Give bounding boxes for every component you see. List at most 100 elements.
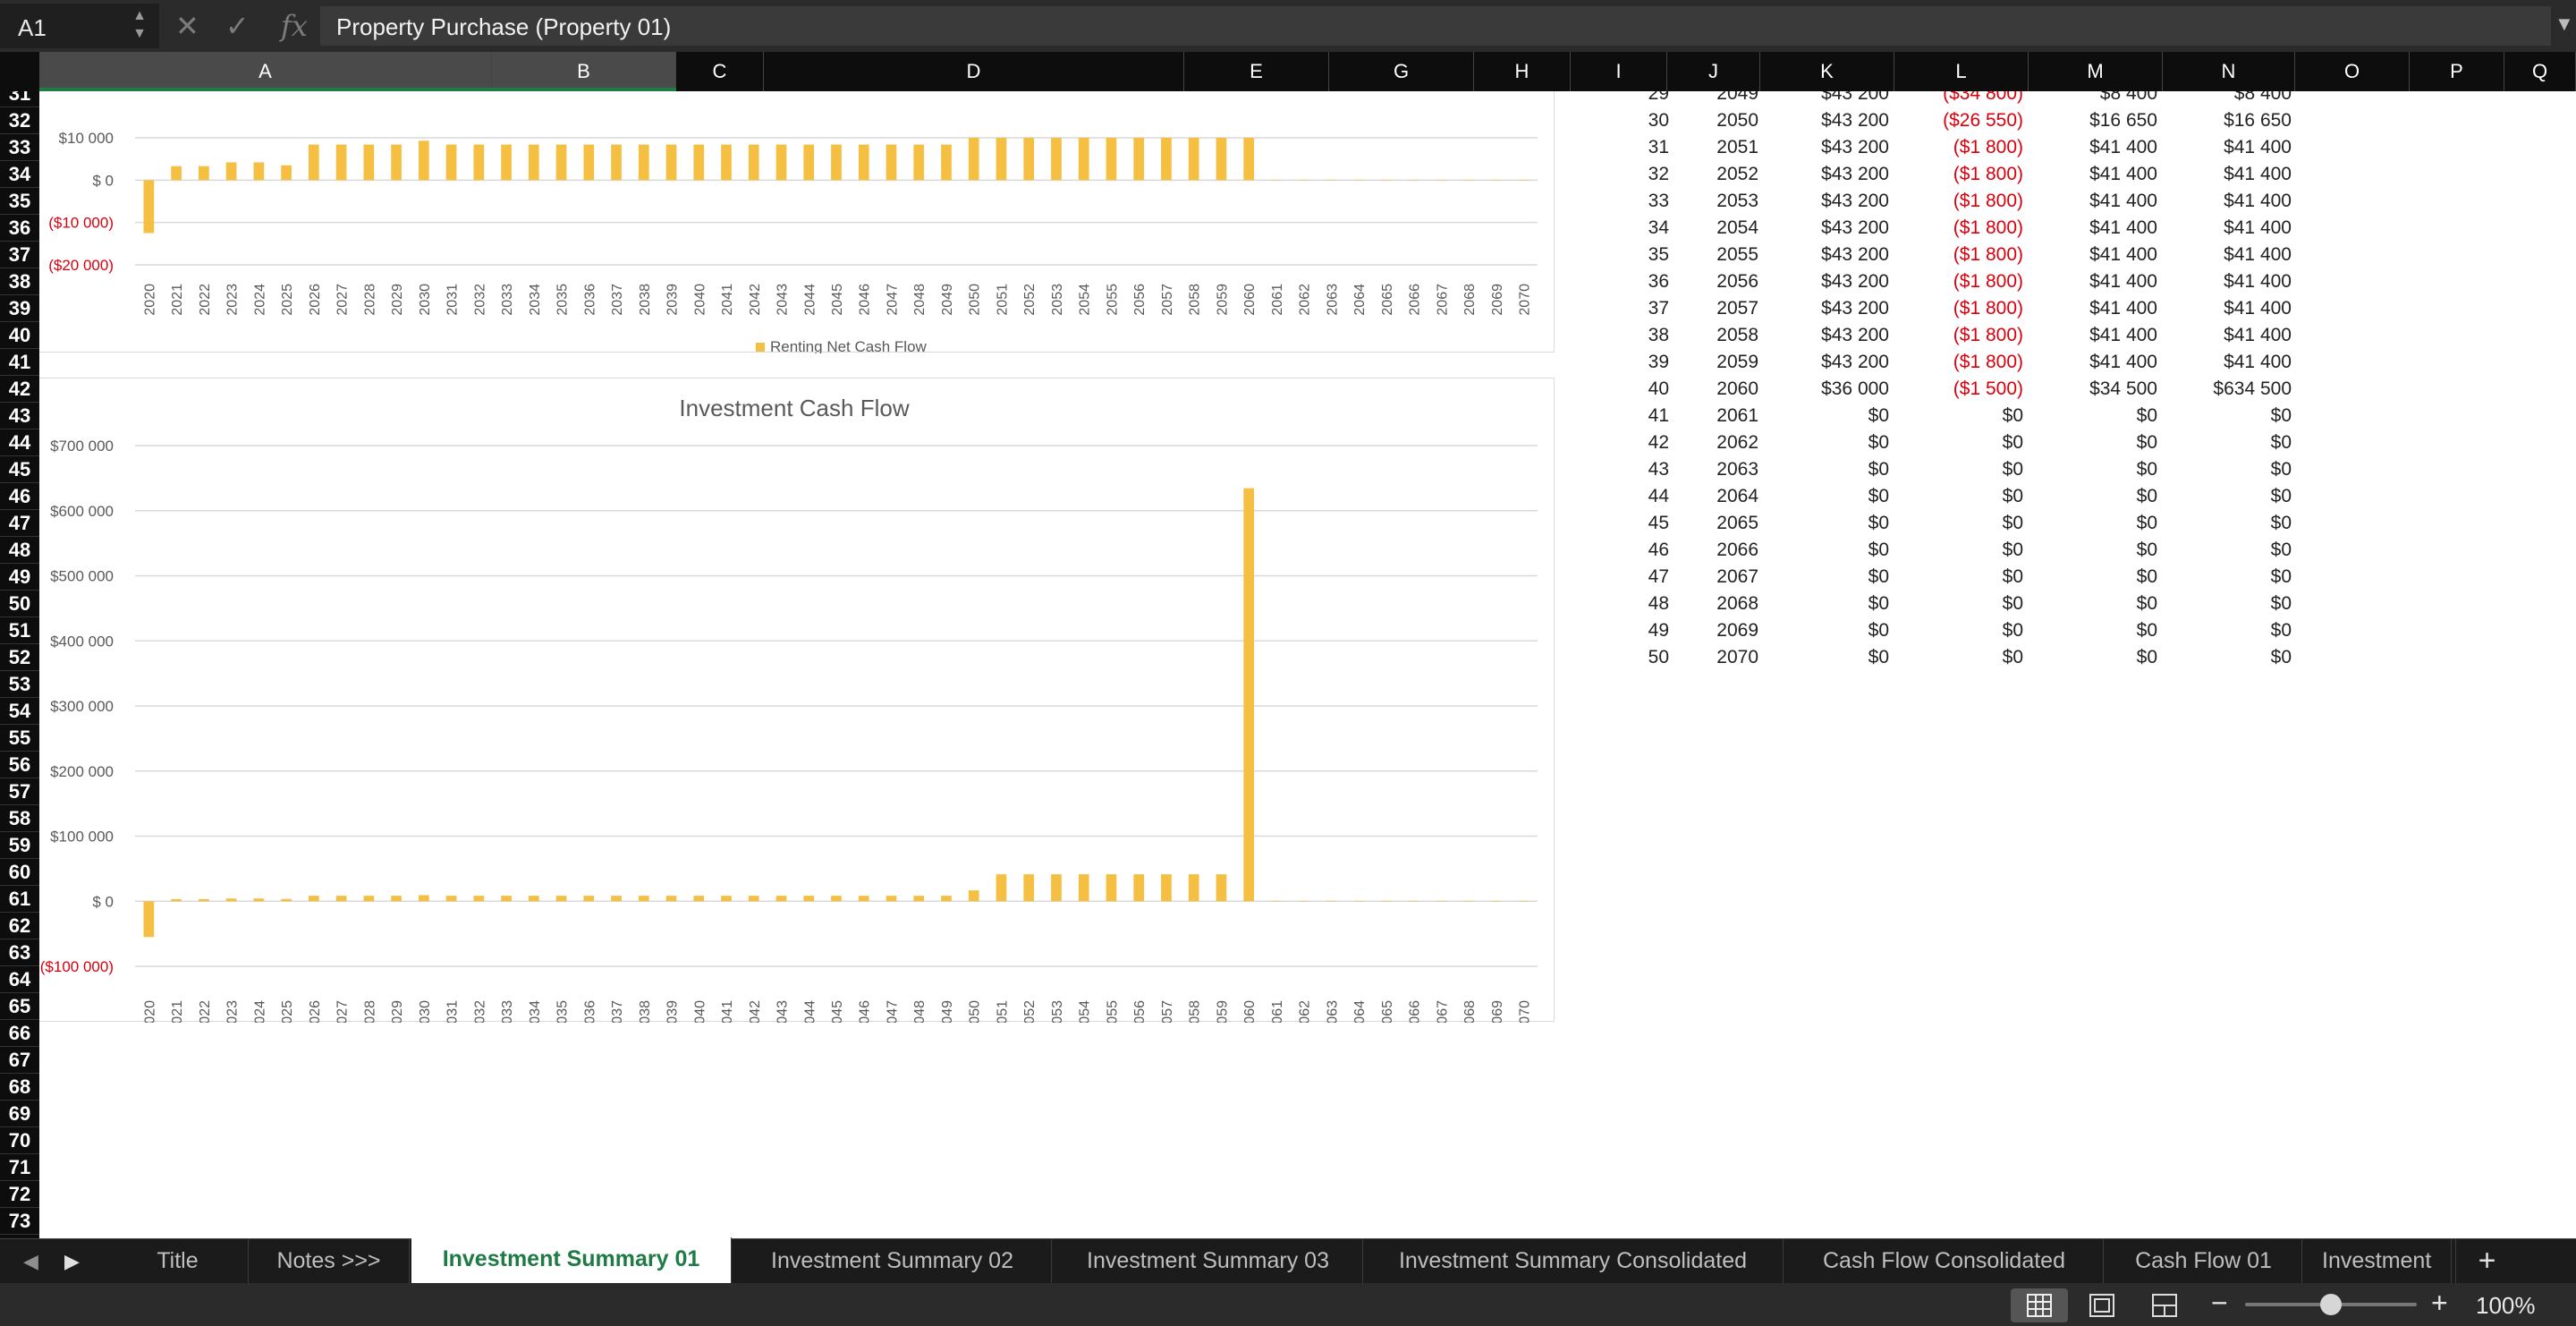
row-header-49[interactable]: 49 [0,564,39,591]
bar[interactable] [225,162,237,181]
bar[interactable] [1051,874,1062,902]
row-header-51[interactable]: 51 [0,617,39,644]
row-header-61[interactable]: 61 [0,886,39,913]
income-cell[interactable]: $0 [1764,537,1889,564]
investment-cell[interactable]: $41 400 [2166,215,2292,242]
year-cell[interactable]: 2062 [1633,429,1758,456]
sheet-tab[interactable]: Investment [2304,1239,2456,1283]
fx-icon[interactable]: fx [281,9,308,43]
bar[interactable] [583,144,595,181]
sheet-tab[interactable]: Cash Flow Consolidated [1785,1239,2104,1283]
chevron-down-icon[interactable]: ▼ [2555,13,2574,36]
bar[interactable] [199,898,209,902]
investment-cell[interactable]: $0 [2166,537,2292,564]
row-header-43[interactable]: 43 [0,403,39,429]
bar[interactable] [638,144,649,181]
year-cell[interactable]: 2052 [1633,161,1758,188]
bar[interactable] [968,890,979,902]
bar[interactable] [335,144,347,181]
year-cell[interactable]: 2054 [1633,215,1758,242]
income-cell[interactable]: $43 200 [1764,295,1889,322]
investment-cell[interactable]: $0 [2166,429,2292,456]
investment-cell[interactable]: $41 400 [2166,188,2292,215]
name-box-stepper-icon[interactable]: ▲ ▼ [132,7,147,43]
year-cell[interactable]: 2069 [1633,617,1758,644]
column-header-d[interactable]: D [764,52,1184,91]
zoom-level[interactable]: 100% [2476,1292,2536,1320]
year-cell[interactable]: 2068 [1633,591,1758,617]
row-header-59[interactable]: 59 [0,832,39,859]
row-header-38[interactable]: 38 [0,268,39,295]
bar[interactable] [501,144,512,181]
bar[interactable] [748,896,759,902]
row-header-40[interactable]: 40 [0,322,39,349]
income-cell[interactable]: $43 200 [1764,91,1889,107]
row-header-44[interactable]: 44 [0,429,39,456]
investment-cell[interactable]: $0 [2166,644,2292,671]
row-header-33[interactable]: 33 [0,134,39,161]
sheet-tab[interactable]: Investment Summary 03 [1054,1239,1363,1283]
net-cell[interactable]: $0 [2032,483,2157,510]
investment-cell[interactable]: $8 400 [2166,91,2292,107]
row-header-53[interactable]: 53 [0,671,39,698]
year-cell[interactable]: 2064 [1633,483,1758,510]
bar[interactable] [1436,901,1447,902]
cost-cell[interactable]: $0 [1898,429,2023,456]
net-cell[interactable]: $0 [2032,429,2157,456]
row-header-35[interactable]: 35 [0,188,39,215]
bar[interactable] [171,898,182,902]
income-cell[interactable]: $43 200 [1764,322,1889,349]
cost-cell[interactable]: ($1 800) [1898,268,2023,295]
bar[interactable] [665,144,677,181]
bar[interactable] [1106,874,1117,902]
bar[interactable] [941,144,952,181]
bar[interactable] [1051,138,1062,181]
cost-cell[interactable]: ($1 800) [1898,295,2023,322]
bar[interactable] [225,898,237,902]
bar[interactable] [1326,901,1337,902]
net-cell[interactable]: $41 400 [2032,349,2157,376]
income-cell[interactable]: $0 [1764,403,1889,429]
income-cell[interactable]: $36 000 [1764,376,1889,403]
column-header-j[interactable]: J [1667,52,1760,91]
row-header-73[interactable]: 73 [0,1208,39,1235]
income-cell[interactable]: $43 200 [1764,134,1889,161]
column-header-g[interactable]: G [1329,52,1474,91]
investment-cell[interactable]: $0 [2166,483,2292,510]
row-header-55[interactable]: 55 [0,725,39,752]
investment-cell[interactable]: $0 [2166,564,2292,591]
net-cell[interactable]: $16 650 [2032,107,2157,134]
year-cell[interactable]: 2066 [1633,537,1758,564]
row-header-65[interactable]: 65 [0,993,39,1020]
year-cell[interactable]: 2058 [1633,322,1758,349]
row-header-70[interactable]: 70 [0,1127,39,1154]
row-header-41[interactable]: 41 [0,349,39,376]
tab-prev-icon[interactable]: ◀ [23,1250,38,1273]
bar[interactable] [803,896,815,902]
net-cell[interactable]: $0 [2032,456,2157,483]
cost-cell[interactable]: ($26 550) [1898,107,2023,134]
bar[interactable] [1023,874,1035,902]
bar[interactable] [143,180,155,234]
investment-cell[interactable]: $0 [2166,403,2292,429]
net-cell[interactable]: $8 400 [2032,91,2157,107]
sheet-grid[interactable]: $10 000 $ 0 ($10 000) ($20 000) 2020 2021 2022… [39,91,2576,1238]
net-cell[interactable]: $41 400 [2032,188,2157,215]
column-header-o[interactable]: O [2295,52,2410,91]
column-header-i[interactable]: I [1571,52,1667,91]
bar[interactable] [913,144,925,181]
bar[interactable] [1518,180,1530,181]
bar[interactable] [445,896,457,902]
bar[interactable] [721,144,732,181]
normal-view-button[interactable] [2011,1288,2068,1322]
net-cell[interactable]: $41 400 [2032,268,2157,295]
year-cell[interactable]: 2065 [1633,510,1758,537]
row-header-46[interactable]: 46 [0,483,39,510]
bar[interactable] [1353,180,1364,181]
bar[interactable] [528,896,539,902]
bar[interactable] [1216,138,1227,181]
bar[interactable] [281,898,292,902]
column-header-p[interactable]: P [2410,52,2504,91]
cost-cell[interactable]: $0 [1898,591,2023,617]
zoom-in-button[interactable]: + [2431,1287,2448,1320]
